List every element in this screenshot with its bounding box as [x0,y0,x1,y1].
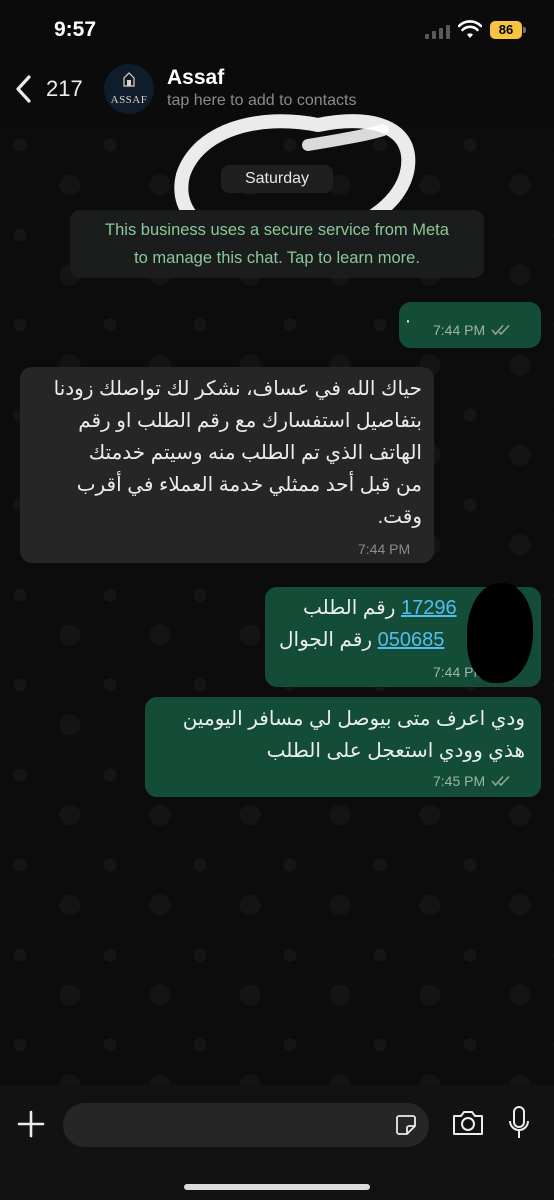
phone-label: رقم الجوال [279,629,373,651]
wifi-icon [458,20,482,38]
message-line: حياك الله في عساف، نشكر لك تواصلك زودنا [53,378,422,400]
plus-icon[interactable] [16,1109,46,1139]
redaction-mark [467,583,533,683]
order-label: رقم الطلب [303,597,396,619]
message-line: الهاتف الذي تم الطلب منه وسيتم خدمتك [88,442,422,464]
message-meta: 7:45 PM [433,773,513,789]
battery-nub [523,27,526,33]
phone-number-link[interactable]: 050685 [378,629,445,651]
message-input[interactable] [63,1103,429,1147]
notice-line-1: This business uses a secure service from… [105,221,449,239]
contact-name[interactable]: Assaf [167,66,224,90]
cellular-signal-icon [425,25,450,39]
notice-line-2: to manage this chat. Tap to learn more. [134,249,420,267]
message-line: هذي وودي استعجل على الطلب [266,740,525,762]
message-text: حياك الله في عساف، نشكر لك تواصلك زودنا … [22,373,422,533]
message-time: 7:44 PM [358,541,411,557]
message-meta: 7:44 PM [358,541,410,557]
message-text: · [404,310,412,332]
composer-bar [0,1085,554,1200]
sticker-icon[interactable] [395,1114,417,1136]
avatar-logo-text: ASSAF [110,94,148,106]
camera-icon[interactable] [451,1109,485,1137]
message-text: ودي اعرف متى بيوصل لي مسافر اليومين هذي … [155,703,525,767]
read-receipt-icon [491,324,510,336]
status-time: 9:57 [54,18,97,41]
message-time: 7:45 PM [433,773,486,789]
message-bubble-incoming[interactable]: حياك الله في عساف، نشكر لك تواصلك زودنا … [20,367,434,563]
status-bar: 9:57 86 [0,0,554,56]
message-meta: 7:44 PM [433,322,513,338]
battery-indicator: 86 [490,21,522,39]
message-bubble-outgoing[interactable]: ودي اعرف متى بيوصل لي مسافر اليومين هذي … [145,697,541,797]
message-line: من قبل أحد ممثلي خدمة العملاء في أقرب [76,474,422,496]
back-unread-count[interactable]: 217 [46,76,83,102]
message-line: ودي اعرف متى بيوصل لي مسافر اليومين [182,708,525,730]
microphone-icon[interactable] [508,1105,530,1141]
home-indicator [184,1184,370,1190]
message-bubble-outgoing[interactable]: · 7:44 PM [399,302,541,348]
order-number-link[interactable]: 17296 [401,597,457,619]
crest-icon [123,72,135,87]
read-receipt-icon [491,775,510,787]
business-notice[interactable]: This business uses a secure service from… [70,210,484,278]
message-time: 7:44 PM [433,322,486,338]
avatar[interactable]: ASSAF [104,64,154,114]
message-line: وقت. [377,506,422,528]
chevron-left-icon[interactable] [14,74,34,104]
message-line: بتفاصيل استفسارك مع رقم الطلب او رقم [78,410,422,432]
